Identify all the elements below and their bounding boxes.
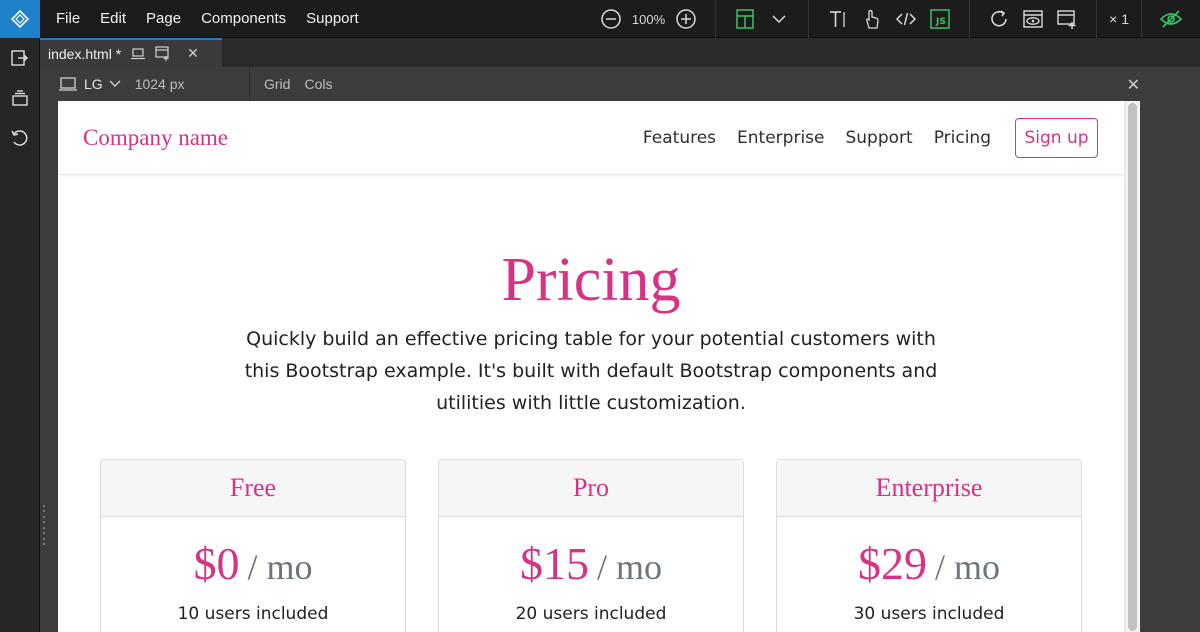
plan-feature: 20 users included (515, 604, 667, 624)
nav-link-features[interactable]: Features (643, 128, 716, 148)
text-edit-icon[interactable] (825, 6, 851, 32)
close-icon[interactable]: ✕ (187, 45, 199, 62)
main-menu: File Edit Page Components Support (46, 10, 369, 27)
pricing-card-free[interactable]: Free $0/ mo 10 users included (100, 459, 406, 632)
svg-text:JS: JS (935, 17, 946, 27)
history-icon[interactable] (0, 118, 40, 158)
menubar: File Edit Page Components Support 100% J… (0, 0, 1200, 38)
page-description: Quickly build an effective pricing table… (244, 328, 938, 414)
device-width: 1024 px (134, 76, 185, 92)
zoom-out-icon[interactable] (598, 6, 624, 32)
view-group (969, 0, 1096, 38)
device-selector[interactable]: LG 1024 px (40, 67, 250, 101)
price-unit: / mo (247, 547, 313, 587)
device-size-label: LG (84, 76, 103, 92)
nav-link-support[interactable]: Support (845, 128, 912, 148)
laptop-icon[interactable] (131, 47, 146, 60)
price-amount: $0 (193, 538, 240, 589)
menu-support[interactable]: Support (296, 10, 369, 27)
pinegrow-app: File Edit Page Components Support 100% J… (0, 0, 1200, 632)
library-icon[interactable] (0, 78, 40, 118)
cols-toggle[interactable]: Cols (304, 76, 332, 92)
new-window-icon[interactable] (155, 45, 171, 62)
price-amount: $15 (519, 538, 589, 589)
tab-bar: index.html * ✕ (40, 38, 1200, 67)
plan-name: Pro (439, 460, 743, 517)
pricing-card-pro[interactable]: Pro $15/ mo 20 users included (438, 459, 744, 632)
chevron-down-icon[interactable] (766, 6, 792, 32)
interactions-hand-icon[interactable] (859, 6, 885, 32)
device-bar: LG 1024 px Grid Cols ✕ (40, 67, 1200, 101)
toolbar: 100% JS × 1 (582, 0, 1200, 38)
nav-links: Features Enterprise Support Pricing (622, 101, 991, 175)
page-title: Pricing (501, 246, 681, 314)
brand-name[interactable]: Company name (83, 125, 228, 151)
right-gutter (1140, 101, 1200, 632)
refresh-icon[interactable] (986, 6, 1012, 32)
page-preview: Company name Features Enterprise Support… (58, 101, 1124, 632)
layout-group (715, 0, 808, 38)
plan-price: $0/ mo (101, 537, 405, 590)
nav-link-pricing[interactable]: Pricing (934, 128, 991, 148)
nav-link-enterprise[interactable]: Enterprise (737, 128, 824, 148)
zoom-level: 100% (631, 11, 666, 27)
menu-edit[interactable]: Edit (90, 10, 136, 27)
page-multiplier[interactable]: × 1 (1109, 11, 1129, 27)
preview-eye-icon[interactable] (1020, 6, 1046, 32)
new-window-icon[interactable] (1054, 6, 1080, 32)
edit-tools-group: JS (808, 0, 969, 38)
pricing-cards: Free $0/ mo 10 users included Pro $15/ m… (100, 459, 1082, 632)
laptop-icon (58, 76, 78, 92)
visibility-group (1141, 0, 1200, 38)
pricing-card-enterprise[interactable]: Enterprise $29/ mo 30 users included (776, 459, 1082, 632)
preview-scrollbar[interactable] (1124, 101, 1140, 632)
menu-components[interactable]: Components (191, 10, 296, 27)
plan-feature: 30 users included (853, 604, 1005, 624)
plan-name: Enterprise (777, 460, 1081, 517)
eye-hidden-icon[interactable] (1158, 6, 1184, 32)
plan-name: Free (101, 460, 405, 517)
plan-price: $15/ mo (439, 537, 743, 590)
panel-resize-handle[interactable] (42, 505, 46, 545)
tab-filename: index.html * (48, 45, 122, 62)
close-icon[interactable]: ✕ (1127, 75, 1140, 95)
zoom-group: 100% (582, 0, 715, 38)
tab-index-html[interactable]: index.html * ✕ (40, 38, 222, 67)
plan-price: $29/ mo (777, 537, 1081, 590)
zoom-in-icon[interactable] (673, 6, 699, 32)
price-unit: / mo (934, 547, 1000, 587)
price-unit: / mo (596, 547, 662, 587)
layout-grid-icon[interactable] (732, 6, 758, 32)
scrollbar-thumb[interactable] (1128, 103, 1137, 631)
code-view-icon[interactable] (893, 6, 919, 32)
pricing-header: Pricing Quickly build an effective prici… (58, 249, 1124, 419)
left-rail (0, 38, 40, 632)
js-icon[interactable]: JS (927, 6, 953, 32)
grid-toggle[interactable]: Grid (264, 76, 290, 92)
chevron-down-icon (109, 79, 121, 89)
plan-feature: 10 users included (177, 604, 329, 624)
insert-icon[interactable] (0, 38, 40, 78)
price-amount: $29 (857, 538, 927, 589)
signup-button[interactable]: Sign up (1015, 118, 1098, 158)
app-logo-icon[interactable] (0, 0, 40, 38)
menu-file[interactable]: File (46, 10, 90, 27)
site-navbar: Company name Features Enterprise Support… (58, 101, 1124, 175)
multiplier-group: × 1 (1096, 0, 1141, 38)
menu-page[interactable]: Page (136, 10, 191, 27)
